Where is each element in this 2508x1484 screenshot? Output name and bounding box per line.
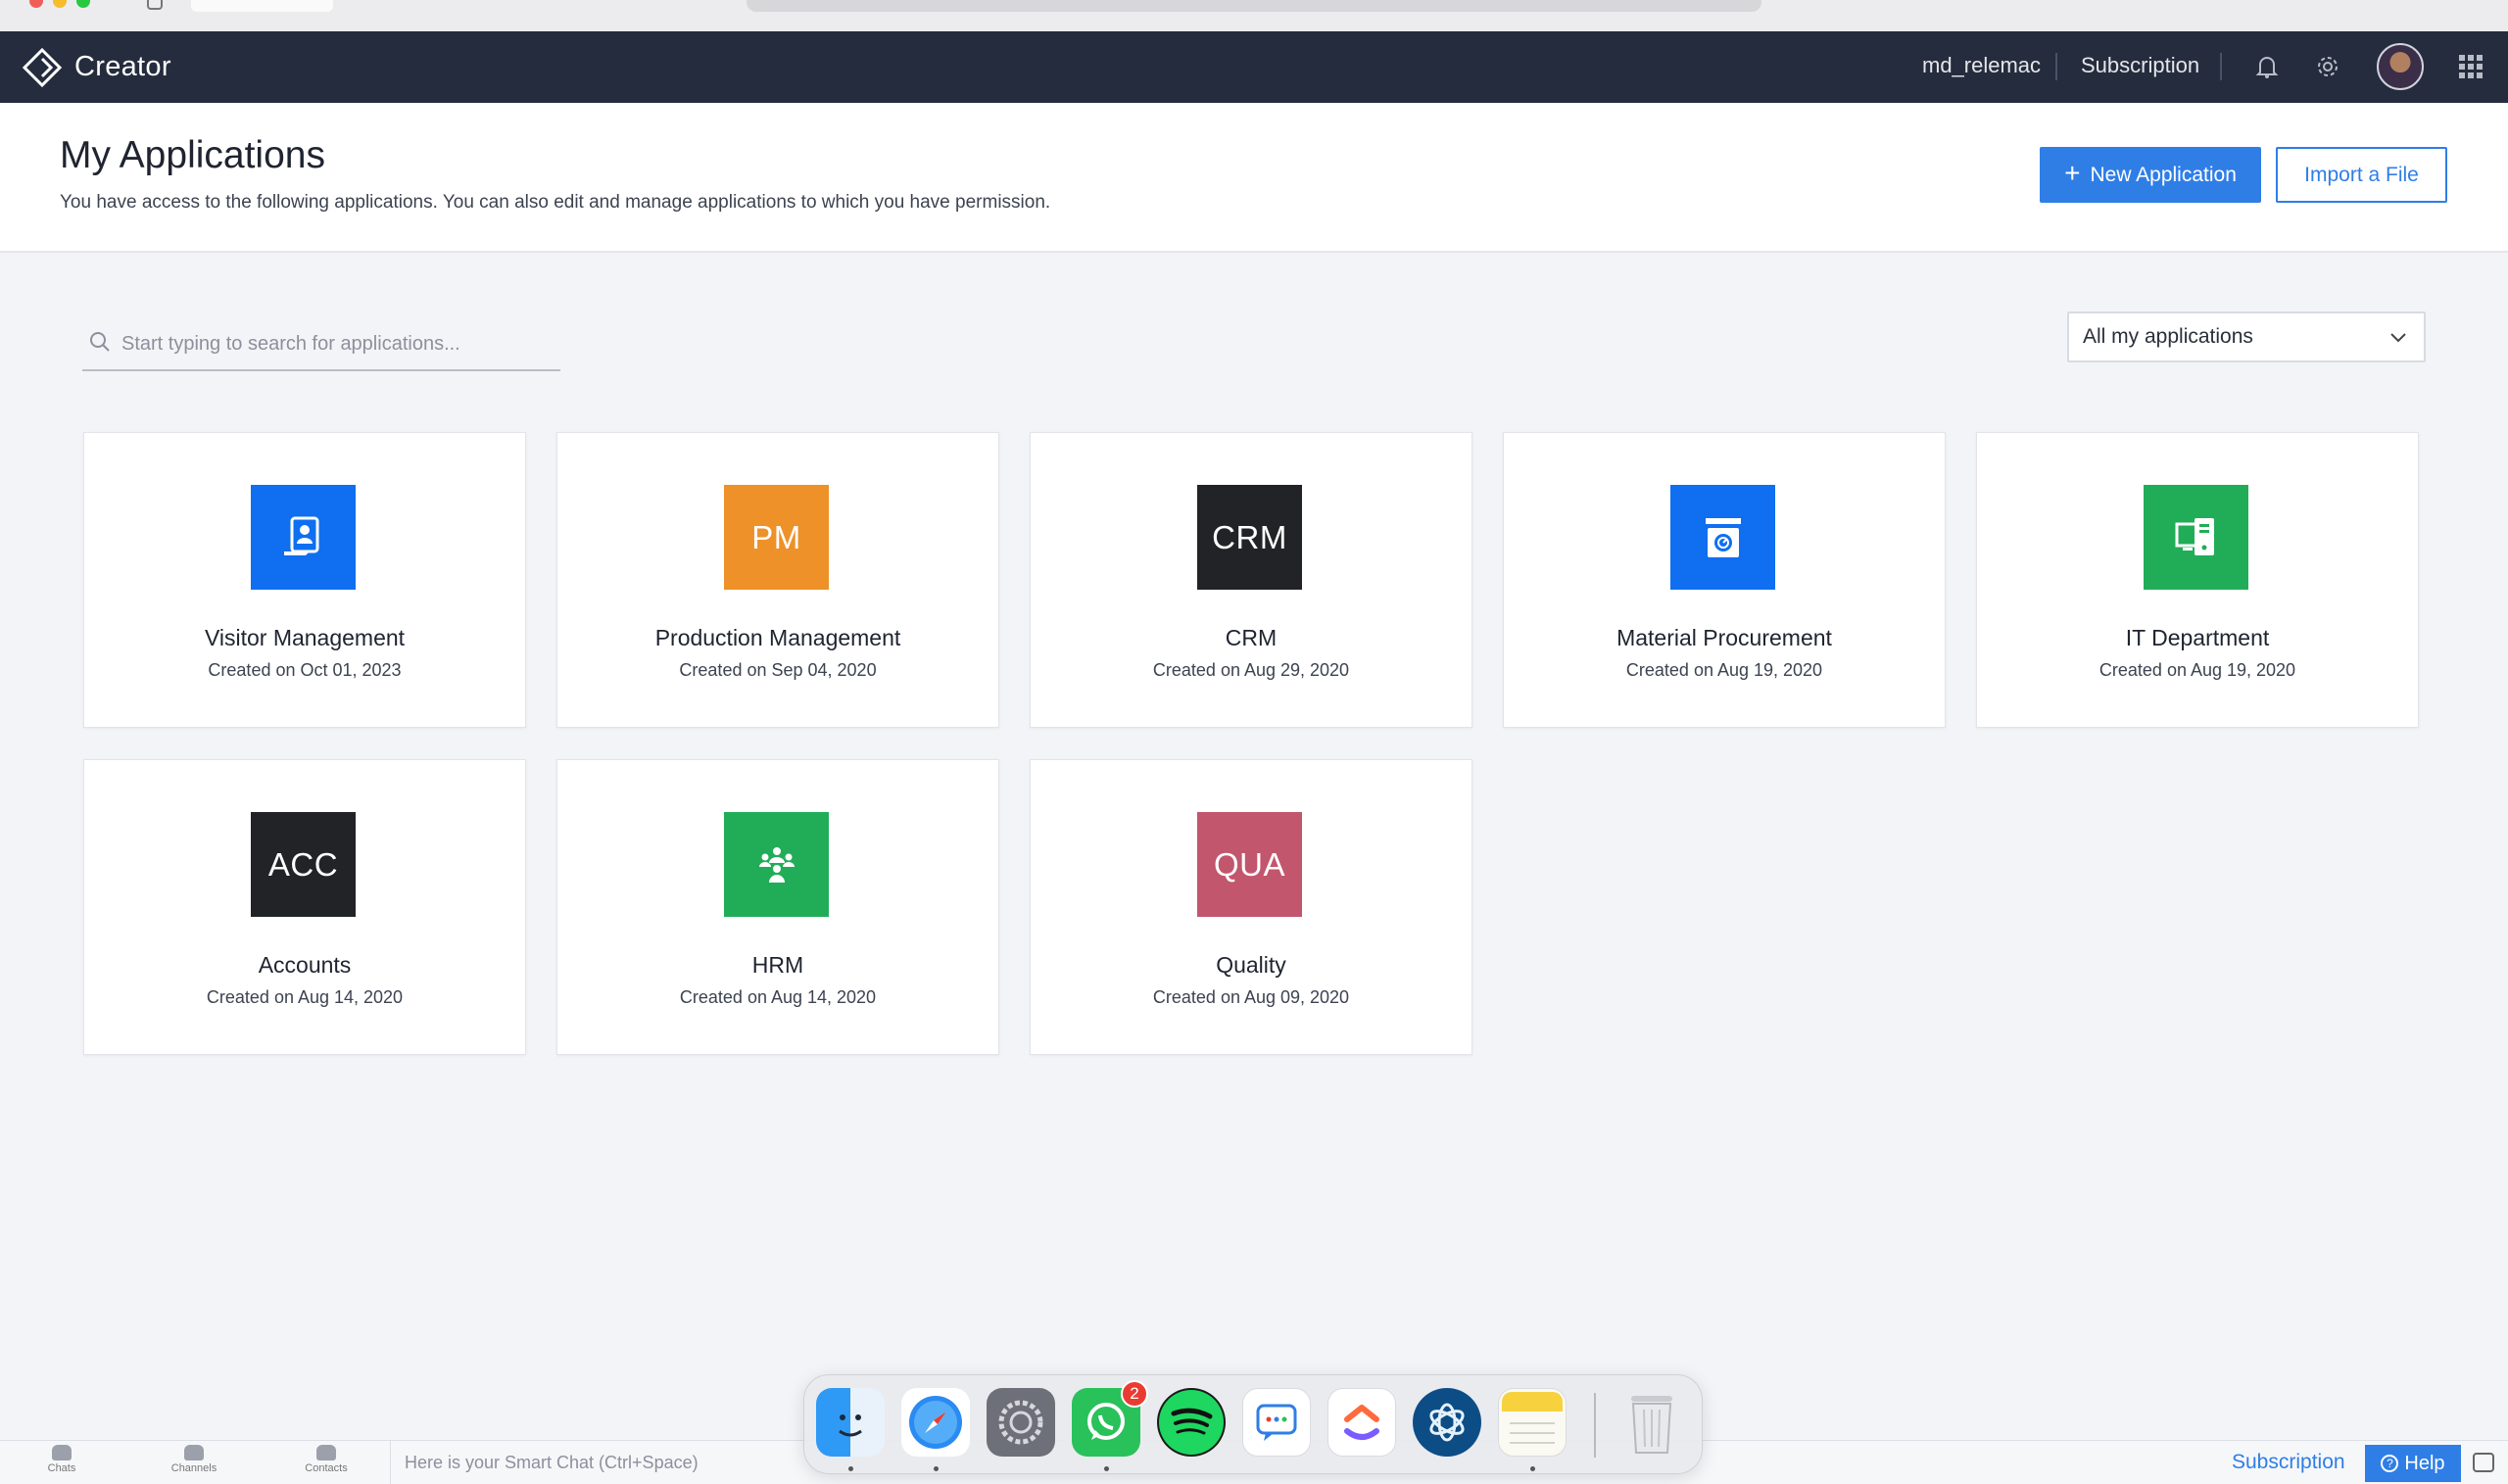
app-card-crm[interactable]: CRM CRM Created on Aug 29, 2020: [1030, 432, 1472, 728]
running-indicator: [1104, 1466, 1109, 1471]
app-card-hrm[interactable]: HRM Created on Aug 14, 2020: [556, 759, 999, 1055]
app-card-accounts[interactable]: ACC Accounts Created on Aug 14, 2020: [83, 759, 526, 1055]
app-name: Quality: [1216, 952, 1286, 978]
app-created-date: Created on Aug 19, 2020: [1625, 660, 1823, 680]
avatar[interactable]: [2377, 43, 2424, 90]
scale-icon: [1705, 517, 1741, 557]
tab-contacts[interactable]: Contacts: [292, 1445, 361, 1482]
new-application-button[interactable]: + New Application: [2040, 147, 2261, 203]
app-created-date: Created on Aug 14, 2020: [679, 987, 877, 1007]
search-input[interactable]: [121, 320, 553, 367]
clickup-icon[interactable]: [1327, 1388, 1396, 1457]
chevron-down-icon: [2390, 333, 2406, 343]
tab-chats[interactable]: Chats: [27, 1445, 96, 1482]
sidebar-toggle-icon[interactable]: [147, 0, 163, 10]
gear-icon[interactable]: [2310, 49, 2345, 84]
creator-logo-icon: [22, 47, 63, 87]
people-group-icon: [758, 846, 795, 883]
app-card-material-procurement[interactable]: Material Procurement Created on Aug 19, …: [1503, 432, 1946, 728]
plus-icon: +: [2064, 158, 2081, 188]
app-created-date: Created on Oct 01, 2023: [208, 660, 402, 680]
tab-label: Channels: [170, 1462, 217, 1474]
help-button[interactable]: ? Help: [2365, 1445, 2461, 1482]
filter-selected-value: All my applications: [2083, 325, 2253, 348]
brand[interactable]: Creator: [22, 31, 171, 103]
running-indicator: [848, 1466, 853, 1471]
app-icon: ACC: [251, 812, 356, 917]
zoom-window-button[interactable]: [76, 0, 90, 8]
app-created-date: Created on Sep 04, 2020: [679, 660, 877, 680]
page-title: My Applications: [60, 134, 325, 176]
visitor-badge-icon: [283, 516, 318, 555]
chat-window-icon[interactable]: [2473, 1453, 2494, 1472]
app-name: Accounts: [258, 952, 352, 978]
search-icon: [90, 332, 110, 352]
app-card-visitor-management[interactable]: Visitor Management Created on Oct 01, 20…: [83, 432, 526, 728]
close-window-button[interactable]: [29, 0, 43, 8]
messages-app-icon[interactable]: [1242, 1388, 1311, 1457]
app-name: Visitor Management: [204, 625, 406, 650]
app-icon: PM: [724, 485, 829, 590]
app-created-date: Created on Aug 19, 2020: [2098, 660, 2296, 680]
safari-icon[interactable]: [901, 1388, 970, 1457]
divider: [2055, 53, 2057, 80]
dock-divider: [1594, 1393, 1596, 1458]
app-grid-icon[interactable]: [2453, 49, 2488, 84]
app-created-date: Created on Aug 09, 2020: [1152, 987, 1350, 1007]
system-settings-icon[interactable]: [987, 1388, 1055, 1457]
app-name: IT Department: [2125, 625, 2270, 650]
minimize-window-button[interactable]: [53, 0, 67, 8]
search-box: [82, 320, 560, 371]
app-icon: [724, 812, 829, 917]
import-file-button[interactable]: Import a File: [2276, 147, 2447, 203]
address-bar[interactable]: [747, 0, 1761, 12]
app-card-it-department[interactable]: IT Department Created on Aug 19, 2020: [1976, 432, 2419, 728]
browser-tab[interactable]: [191, 0, 333, 12]
running-indicator: [934, 1466, 939, 1471]
subscription-link[interactable]: Subscription: [2081, 53, 2199, 78]
chat-bubble-icon: [52, 1445, 72, 1460]
app-created-date: Created on Aug 14, 2020: [206, 987, 404, 1007]
app-created-date: Created on Aug 29, 2020: [1152, 660, 1350, 680]
page-subtitle: You have access to the following applica…: [60, 192, 1051, 213]
divider: [2220, 53, 2222, 80]
app-card-quality[interactable]: QUA Quality Created on Aug 09, 2020: [1030, 759, 1472, 1055]
help-label: Help: [2404, 1452, 2445, 1474]
macos-dock: 2: [803, 1374, 1703, 1474]
tab-channels[interactable]: Channels: [160, 1445, 228, 1482]
trash-icon[interactable]: [1617, 1388, 1686, 1457]
bell-icon[interactable]: [2249, 49, 2285, 84]
app-icon: [251, 485, 356, 590]
app-icon: [2144, 485, 2248, 590]
channels-icon: [184, 1445, 204, 1460]
tab-label: Chats: [47, 1462, 76, 1474]
perplexity-icon[interactable]: [1413, 1388, 1481, 1457]
brand-name: Creator: [74, 51, 171, 82]
app-card-production-management[interactable]: PM Production Management Created on Sep …: [556, 432, 999, 728]
help-icon: ?: [2381, 1455, 2399, 1472]
app-icon: [1670, 485, 1775, 590]
application-filter-select[interactable]: All my applications: [2067, 311, 2426, 362]
username[interactable]: md_relemac: [1922, 53, 2041, 78]
notes-icon[interactable]: [1498, 1388, 1567, 1457]
spotify-icon[interactable]: [1157, 1388, 1226, 1457]
app-name: HRM: [751, 952, 804, 978]
page-header: My Applications You have access to the f…: [0, 103, 2508, 253]
running-indicator: [1530, 1466, 1535, 1471]
notification-badge: 2: [1121, 1380, 1148, 1408]
app-icon: QUA: [1197, 812, 1302, 917]
app-name: Production Management: [654, 625, 901, 650]
whatsapp-icon[interactable]: 2: [1072, 1380, 1148, 1457]
subscription-link[interactable]: Subscription: [2232, 1451, 2345, 1474]
app-name: Material Procurement: [1616, 625, 1832, 650]
app-icon: CRM: [1197, 485, 1302, 590]
browser-toolbar: [0, 0, 2508, 31]
new-application-label: New Application: [2090, 163, 2237, 186]
finder-icon[interactable]: [816, 1388, 885, 1457]
devices-icon: [2175, 517, 2214, 555]
top-navigation: Creator md_relemac Subscription: [0, 31, 2508, 103]
app-name: CRM: [1225, 625, 1278, 650]
tab-label: Contacts: [305, 1462, 348, 1474]
contacts-icon: [316, 1445, 336, 1460]
